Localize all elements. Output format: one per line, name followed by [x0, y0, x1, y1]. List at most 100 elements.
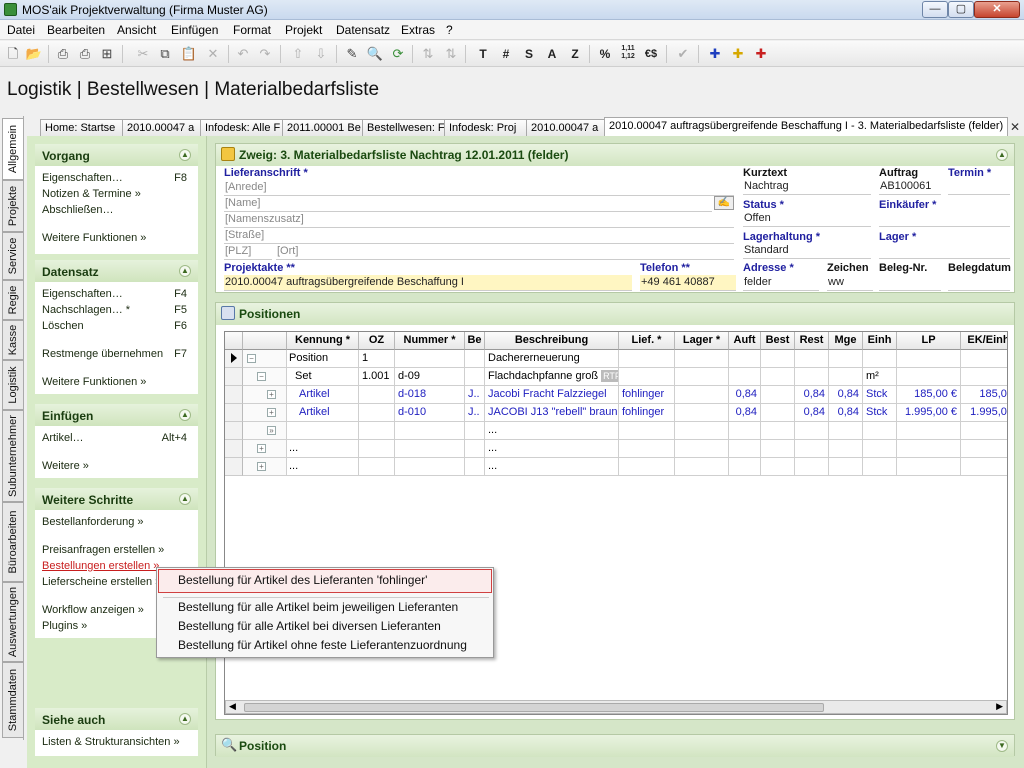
link-nachschlagen[interactable]: Nachschlagen… * [42, 304, 130, 316]
lager-field[interactable] [879, 243, 1010, 259]
scroll-right-icon[interactable]: ▶ [996, 701, 1003, 712]
tree-cell[interactable]: + [243, 404, 287, 422]
cell-mge[interactable]: 0,84 [829, 386, 863, 404]
cell-auft[interactable]: 0,84 [729, 404, 761, 422]
cell-nummer[interactable]: d-018 [395, 386, 465, 404]
collapse-icon[interactable]: ▲ [996, 149, 1008, 161]
section-header[interactable]: Siehe auch ▲ [35, 708, 198, 730]
tab-stammdaten[interactable]: Stammdaten [2, 662, 23, 738]
puzzle-red-icon[interactable]: ✚ [752, 45, 770, 63]
cell-einh[interactable]: m² [863, 368, 897, 386]
cell-be[interactable] [465, 350, 485, 368]
collapse-icon[interactable]: ▲ [179, 149, 191, 161]
collapse-icon[interactable]: ▲ [179, 265, 191, 277]
cell-be[interactable] [465, 458, 485, 476]
cell-kennung[interactable]: Set [287, 368, 359, 386]
doc-tab-infodesk-proj[interactable]: Infodesk: Proj [444, 119, 528, 136]
link-bestellungen-erstellen[interactable]: Bestellungen erstellen » [42, 560, 159, 572]
adresse-field[interactable]: felder [743, 275, 819, 291]
cell-nummer[interactable] [395, 440, 465, 458]
telefon-field[interactable]: +49 461 40887 [640, 275, 736, 291]
menu-item-bestellung-jeweilig[interactable]: Bestellung für alle Artikel beim jeweili… [178, 600, 458, 614]
cell-lief[interactable] [619, 458, 675, 476]
cell-lp[interactable]: 1.995,00 € [897, 404, 961, 422]
doc-tab-bestellwesen[interactable]: Bestellwesen: F [362, 119, 446, 136]
scroll-thumb[interactable] [244, 703, 824, 712]
row-selector[interactable] [225, 386, 243, 404]
link-lieferscheine[interactable]: Lieferscheine erstellen » [42, 576, 161, 588]
tree-cell[interactable]: + [243, 440, 287, 458]
collapse-icon[interactable]: ▲ [179, 493, 191, 505]
cell-beschreibung[interactable]: ... [485, 440, 619, 458]
menu-ansicht[interactable]: Ansicht [117, 23, 156, 37]
section-header[interactable]: Vorgang ▲ [35, 144, 198, 166]
tab-auswertungen[interactable]: Auswertungen [2, 582, 23, 662]
tree-cell[interactable]: + [243, 386, 287, 404]
cell-nummer[interactable] [395, 422, 465, 440]
cell-ek[interactable] [961, 422, 1007, 440]
ort-field[interactable]: [Ort] [276, 244, 734, 260]
link-weitere[interactable]: Weitere » [42, 460, 89, 472]
cell-rest[interactable] [795, 440, 829, 458]
column-header-einh[interactable]: Einh [863, 332, 897, 350]
column-header-best[interactable]: Best [761, 332, 795, 350]
kurztext-field[interactable]: Nachtrag [743, 179, 871, 195]
address-lookup-icon[interactable]: ✍ [714, 196, 734, 210]
close-button[interactable]: ✕ [974, 1, 1020, 18]
link-bestellanforderung[interactable]: Bestellanforderung » [42, 516, 144, 528]
cell-lager[interactable] [675, 368, 729, 386]
column-header-kennung[interactable]: Kennung * [287, 332, 359, 350]
cell-lp[interactable] [897, 440, 961, 458]
cell-kennung[interactable]: Position [287, 350, 359, 368]
cell-lief[interactable]: fohlinger [619, 386, 675, 404]
anrede-field[interactable]: [Anrede] [224, 180, 734, 196]
cell-beschreibung[interactable]: Dachererneuerung [485, 350, 619, 368]
cell-ek[interactable] [961, 350, 1007, 368]
row-selector[interactable] [225, 368, 243, 386]
collapse-node-icon[interactable]: − [257, 372, 266, 381]
doc-tab-2010-00047-b[interactable]: 2010.00047 a [526, 119, 606, 136]
menu-extras[interactable]: Extras [401, 23, 435, 37]
cell-lp[interactable] [897, 422, 961, 440]
expand-icon[interactable]: ▼ [996, 740, 1008, 752]
cell-einh[interactable] [863, 440, 897, 458]
belegnr-field[interactable] [879, 275, 941, 291]
cell-best[interactable] [761, 404, 795, 422]
cell-rest[interactable] [795, 458, 829, 476]
column-header-mge[interactable]: Mge [829, 332, 863, 350]
doc-tab-active[interactable]: 2010.00047 auftragsübergreifende Beschaf… [604, 117, 1008, 136]
move-up-icon[interactable]: ⇧ [289, 45, 307, 63]
cut-icon[interactable]: ✂ [134, 45, 152, 63]
link-eigenschaften[interactable]: Eigenschaften… [42, 172, 123, 184]
cell-mge[interactable] [829, 458, 863, 476]
link-restmenge[interactable]: Restmenge übernehmen [42, 348, 163, 360]
cell-einh[interactable] [863, 422, 897, 440]
cell-beschreibung[interactable]: ... [485, 458, 619, 476]
tree-cell[interactable]: − [243, 368, 287, 386]
redo-icon[interactable]: ↷ [256, 45, 274, 63]
tab-allgemein[interactable]: Allgemein [2, 118, 23, 180]
tab-logistik[interactable]: Logistik [2, 360, 23, 410]
cell-ek[interactable] [961, 440, 1007, 458]
horizontal-scrollbar[interactable]: ◀ ▶ [225, 700, 1007, 714]
column-header-rest[interactable]: Rest [795, 332, 829, 350]
cell-lief[interactable]: fohlinger [619, 404, 675, 422]
einkaeufer-field[interactable] [879, 211, 1010, 227]
cell-mge[interactable]: 0,84 [829, 404, 863, 422]
puzzle-yellow-icon[interactable]: ✚ [729, 45, 747, 63]
cell-einh[interactable] [863, 458, 897, 476]
cell-mge[interactable] [829, 440, 863, 458]
link-notizen-termine[interactable]: Notizen & Termine » [42, 188, 141, 200]
filter-icon[interactable]: ✔ [674, 45, 692, 63]
expand-node-icon[interactable]: + [257, 444, 266, 453]
cell-be[interactable]: J.. [465, 386, 485, 404]
cell-best[interactable] [761, 386, 795, 404]
text-s-button[interactable]: S [520, 45, 538, 63]
projektakte-field[interactable]: 2010.00047 auftragsübergreifende Beschaf… [224, 275, 632, 291]
menu-format[interactable]: Format [233, 23, 271, 37]
cell-kennung[interactable]: Artikel [287, 386, 359, 404]
row-selector[interactable] [225, 350, 243, 368]
cell-kennung[interactable]: Artikel [287, 404, 359, 422]
cell-auft[interactable] [729, 422, 761, 440]
link-preisanfragen[interactable]: Preisanfragen erstellen » [42, 544, 164, 556]
